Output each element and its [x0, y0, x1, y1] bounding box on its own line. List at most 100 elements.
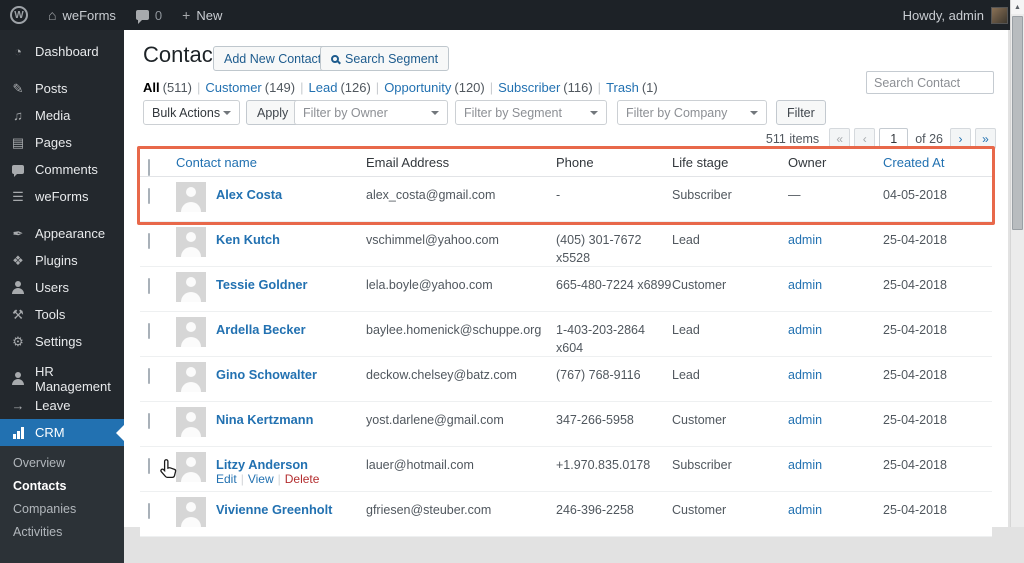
prev-page-button[interactable]: ‹	[854, 128, 876, 149]
table-row: Alex Costa alex_costa@gmail.com - Subscribe…	[140, 177, 992, 222]
contact-checkbox[interactable]	[148, 188, 150, 204]
view-link-opportunity[interactable]: Opportunity (120)	[384, 80, 485, 95]
page-title: Contact	[143, 42, 219, 67]
contact-checkbox[interactable]	[148, 413, 150, 429]
view-link-all[interactable]: All (511)	[143, 80, 192, 95]
scroll-up-button[interactable]: ▲	[1011, 0, 1024, 14]
filter-by-company-select[interactable]: Filter by Company	[617, 100, 767, 125]
chevron-down-icon	[750, 110, 758, 119]
sidebar-item-users[interactable]: Users	[0, 274, 124, 301]
view-label: Lead	[308, 80, 338, 95]
site-name-link[interactable]: ⌂ weForms	[38, 0, 126, 30]
contact-name-link[interactable]: Nina Kertzmann	[216, 412, 313, 427]
contact-name-link[interactable]: Alex Costa	[216, 187, 282, 202]
table-row: Ardella Becker baylee.homenick@schuppe.or…	[140, 312, 992, 357]
sidebar-item-pages[interactable]: ▤ Pages	[0, 129, 124, 156]
contact-name-link[interactable]: Ardella Becker	[216, 322, 306, 337]
sidebar-item-leave[interactable]: → Leave	[0, 392, 124, 419]
table-row: Gino Schowalter deckow.chelsey@batz.com (7…	[140, 357, 992, 402]
column-header-email-address: Email Address	[366, 154, 450, 170]
sidebar-item-comments[interactable]: Comments	[0, 156, 124, 183]
search-segment-button[interactable]: Search Segment	[320, 46, 450, 71]
contact-checkbox[interactable]	[148, 368, 150, 384]
life-stage-cell: Customer	[672, 413, 727, 427]
sidebar-item-dashboard[interactable]: ◔ Dashboard	[0, 38, 124, 65]
sidebar-item-weforms[interactable]: ☰ weForms	[0, 183, 124, 210]
sidebar-item-settings[interactable]: ⚙ Settings	[0, 328, 124, 355]
view-link-subscriber[interactable]: Subscriber (116)	[498, 80, 593, 95]
home-icon: ⌂	[48, 7, 57, 23]
submenu-item-activities[interactable]: Activities	[0, 520, 124, 543]
first-page-button[interactable]: «	[829, 128, 851, 149]
contact-checkbox[interactable]	[148, 458, 150, 474]
howdy-account-link[interactable]: Howdy, admin	[903, 8, 984, 23]
main-content: Contact Add New Contact Search Segment A…	[124, 30, 1008, 537]
view-link-customer[interactable]: Customer (149)	[205, 80, 295, 95]
sidebar-separator	[0, 65, 124, 75]
action-separator: |	[277, 472, 281, 486]
view-link-trash[interactable]: Trash (1)	[606, 80, 658, 95]
contact-checkbox[interactable]	[148, 323, 150, 339]
filter-button[interactable]: Filter	[776, 100, 826, 125]
bulk-actions-select[interactable]: Bulk Actions	[143, 100, 240, 125]
dashboard-icon: ◔	[14, 44, 22, 59]
owner-link[interactable]: admin	[788, 458, 822, 472]
browser-scrollbar[interactable]: ▲	[1010, 0, 1024, 527]
contact-checkbox[interactable]	[148, 503, 150, 519]
sidebar-item-crm[interactable]: CRM	[0, 419, 124, 446]
contact-name-link[interactable]: Ken Kutch	[216, 232, 280, 247]
column-header-created-at[interactable]: Created At	[883, 155, 992, 170]
contact-name-link[interactable]: Vivienne Greenholt	[216, 502, 332, 517]
sidebar-item-media[interactable]: ♫ Media	[0, 102, 124, 129]
comments-count: 0	[154, 7, 163, 23]
contact-name-link[interactable]: Litzy Anderson	[216, 457, 308, 472]
contact-avatar	[176, 227, 206, 257]
sidebar-item-posts[interactable]: ✎ Posts	[0, 75, 124, 102]
last-page-button[interactable]: »	[975, 128, 996, 149]
owner-link[interactable]: admin	[788, 323, 822, 337]
created-at-cell: 25-04-2018	[883, 413, 947, 427]
current-page-input[interactable]	[879, 128, 909, 149]
wordpress-menu[interactable]: W	[0, 0, 38, 30]
owner-link[interactable]: admin	[788, 368, 822, 382]
table-row: Ken Kutch vschimmel@yahoo.com (405) 301-76…	[140, 222, 992, 267]
sidebar-item-tools[interactable]: ⚒ Tools	[0, 301, 124, 328]
owner-link[interactable]: admin	[788, 233, 822, 247]
contact-name-link[interactable]: Tessie Goldner	[216, 277, 308, 292]
owner-link[interactable]: admin	[788, 413, 822, 427]
search-contact-input[interactable]	[866, 71, 994, 94]
row-action-view[interactable]: View	[248, 472, 274, 486]
contact-checkbox[interactable]	[148, 278, 150, 294]
apply-button[interactable]: Apply	[246, 100, 300, 125]
created-at-cell: 25-04-2018	[883, 233, 947, 247]
next-page-button[interactable]: ›	[950, 128, 971, 149]
submenu-item-contacts[interactable]: Contacts	[0, 474, 124, 497]
row-action-edit[interactable]: Edit	[216, 472, 237, 486]
created-at-cell: 25-04-2018	[883, 278, 947, 292]
sidebar-item-label: Pages	[35, 135, 72, 150]
user-avatar[interactable]	[991, 6, 1008, 24]
column-header-contact-name[interactable]: Contact name	[176, 155, 366, 170]
contact-avatar	[176, 407, 206, 437]
contact-name-link[interactable]: Gino Schowalter	[216, 367, 317, 382]
view-link-lead[interactable]: Lead (126)	[309, 80, 371, 95]
select-all-checkbox[interactable]	[148, 158, 150, 176]
contact-checkbox[interactable]	[148, 233, 150, 249]
email-cell: baylee.homenick@schuppe.org	[366, 323, 542, 337]
sidebar-item-hr-management[interactable]: HR Management	[0, 364, 124, 394]
add-new-contact-button[interactable]: Add New Contact	[213, 46, 333, 71]
sidebar-item-label: Dashboard	[35, 44, 99, 59]
filter-by-segment-select[interactable]: Filter by Segment	[455, 100, 607, 125]
bar-chart-icon	[10, 426, 26, 439]
sidebar-item-plugins[interactable]: ❖ Plugins	[0, 247, 124, 274]
submenu-item-overview[interactable]: Overview	[0, 451, 124, 474]
sidebar-item-appearance[interactable]: ✒ Appearance	[0, 220, 124, 247]
comments-admin-bar[interactable]: 0	[126, 0, 172, 30]
new-content-menu[interactable]: + New	[172, 0, 232, 30]
owner-link[interactable]: admin	[788, 503, 822, 517]
submenu-item-companies[interactable]: Companies	[0, 497, 124, 520]
owner-link[interactable]: admin	[788, 278, 822, 292]
row-action-delete[interactable]: Delete	[285, 472, 320, 486]
scrollbar-thumb[interactable]	[1012, 16, 1023, 230]
filter-by-owner-select[interactable]: Filter by Owner	[294, 100, 448, 125]
